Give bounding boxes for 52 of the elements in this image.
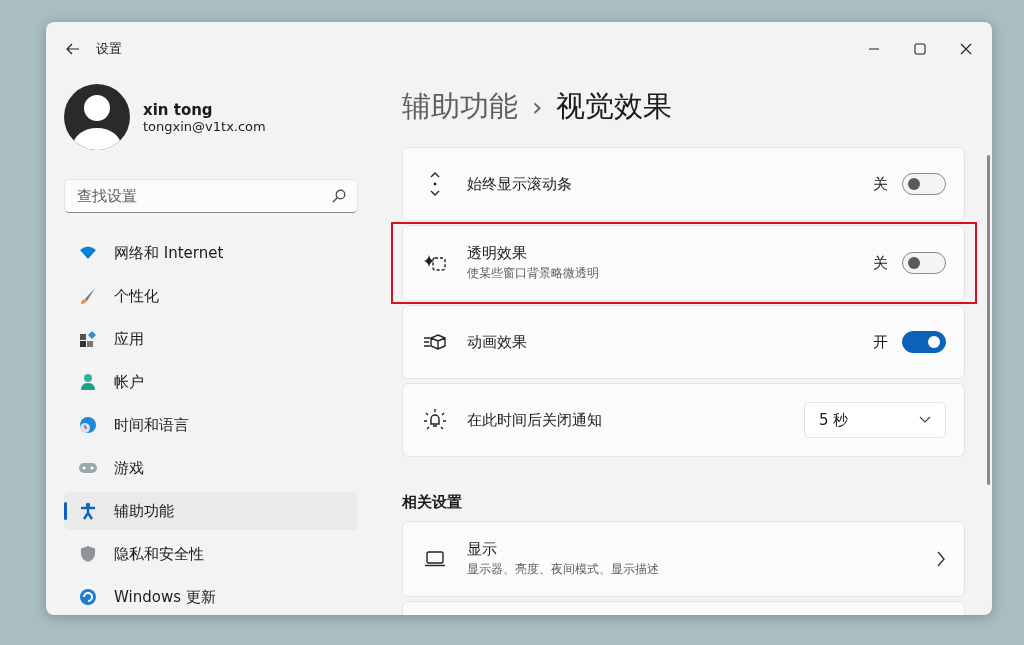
toggle-switch[interactable] <box>902 252 946 274</box>
sidebar-item[interactable]: 隐私和安全性 <box>64 535 358 573</box>
toggle-state-label: 开 <box>873 332 888 352</box>
gamepad-icon <box>78 461 98 475</box>
window-title: 设置 <box>96 40 123 58</box>
animation-cube-icon <box>423 333 447 351</box>
setting-description: 显示器、亮度、夜间模式、显示描述 <box>467 561 660 578</box>
shield-icon <box>80 545 96 563</box>
globe-clock-icon <box>79 416 97 434</box>
account-email: tongxin@v1tx.com <box>143 118 266 134</box>
sidebar-item[interactable]: Windows 更新 <box>64 578 358 615</box>
wifi-icon <box>79 246 97 260</box>
bell-light-icon <box>423 408 447 432</box>
sidebar-item[interactable]: 游戏 <box>64 449 358 487</box>
dropdown[interactable]: 5 秒 <box>804 402 946 438</box>
scrollbar[interactable] <box>987 155 990 485</box>
toggle-switch[interactable] <box>902 331 946 353</box>
toggle-state-label: 关 <box>873 174 888 194</box>
breadcrumb-separator: › <box>532 92 543 122</box>
setting-title: 在此时间后关闭通知 <box>467 410 603 430</box>
sidebar-item[interactable]: 应用 <box>64 320 358 358</box>
close-icon[interactable] <box>960 43 972 55</box>
section-heading: 相关设置 <box>402 493 463 512</box>
refresh-icon <box>79 588 97 606</box>
back-arrow-icon[interactable] <box>66 42 80 56</box>
page-title: 视觉效果 <box>556 88 673 125</box>
accessibility-icon <box>80 502 96 520</box>
chevron-right-icon[interactable] <box>936 551 946 567</box>
person-icon <box>80 373 96 391</box>
sidebar-item[interactable]: 帐户 <box>64 363 358 401</box>
setting-title: 始终显示滚动条 <box>467 174 573 194</box>
toggle-state-label: 关 <box>873 253 888 273</box>
laptop-icon <box>424 551 446 567</box>
maximize-icon[interactable] <box>914 43 926 55</box>
account-name: xin tong <box>143 100 214 119</box>
setting-description: 使某些窗口背景略微透明 <box>467 265 600 282</box>
chevron-down-icon <box>919 416 931 424</box>
breadcrumb-parent[interactable]: 辅助功能 <box>402 87 518 127</box>
setting-title: 显示 <box>467 540 498 559</box>
sidebar-item[interactable]: 个性化 <box>64 277 358 315</box>
search-field[interactable]: 查找设置 <box>64 179 358 213</box>
setting-card[interactable]: 显示 显示器、亮度、夜间模式、显示描述 <box>402 521 965 597</box>
sidebar-item[interactable]: 辅助功能 <box>64 492 358 530</box>
setting-title: 透明效果 <box>467 244 528 263</box>
selection-indicator <box>64 502 67 520</box>
sidebar-item[interactable]: 网络和 Internet <box>64 234 358 272</box>
sidebar-item[interactable]: 时间和语言 <box>64 406 358 444</box>
apps-icon <box>79 330 97 348</box>
toggle-switch[interactable] <box>902 173 946 195</box>
scroll-arrows-icon <box>429 172 441 196</box>
search-icon <box>332 189 346 203</box>
setting-title: 动画效果 <box>467 332 528 352</box>
